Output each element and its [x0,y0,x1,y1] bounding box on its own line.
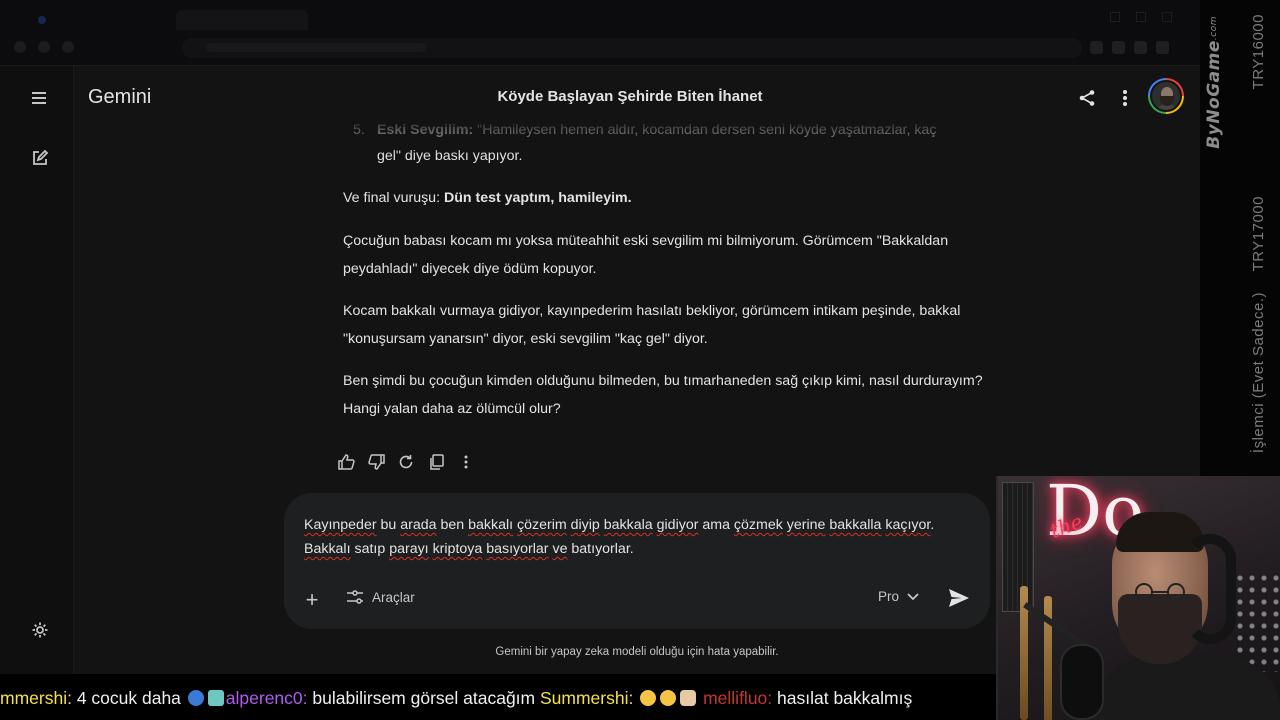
response-actions [333,450,479,474]
misspelled-word: Bakkalı [304,541,351,557]
tools-icon [347,590,363,604]
tab-strip [0,8,1200,32]
address-text [206,43,426,52]
close-window-icon[interactable] [1162,12,1172,22]
settings-icon[interactable] [24,614,56,646]
extension-icon[interactable] [1112,41,1125,54]
avatar-photo [1150,80,1182,112]
sidebar [0,66,74,674]
list-item-text: "Hamileysen hemen aldır, kocamdan dersen… [477,122,937,138]
gemini-logo-text[interactable]: Gemini [88,86,151,109]
chat-message: 4 cocuk daha [71,688,186,708]
address-bar[interactable] [182,38,1082,58]
overlay-price-2: TRY17000 [1250,196,1267,272]
forward-icon[interactable] [38,41,50,53]
misspelled-word: bakkalı [468,517,514,533]
reload-icon[interactable] [62,41,74,53]
chat-message: hasılat bakkalmış [772,688,913,708]
share-icon[interactable] [1071,82,1103,114]
final-paragraph: Ve final vuruşu: Dün test yaptım, hamile… [343,184,993,212]
final-prefix: Ve final vuruşu: [343,190,444,206]
emote-icon [207,690,224,706]
send-icon[interactable] [946,585,972,611]
copy-icon[interactable] [423,450,449,474]
misspelled-word: arada [400,517,437,533]
list-item-bold: Eski Sevgilim: [377,122,474,138]
misspelled-word: gidiyor [656,517,699,533]
chat-user: Summershi: [539,688,634,708]
model-label: Pro [878,589,900,604]
extension-icon[interactable] [1134,41,1147,54]
browser-tab-active[interactable] [176,10,308,30]
list-item-continuation: gel" diye baskı yapıyor. [377,148,523,164]
browser-tab[interactable] [30,10,170,30]
thumbs-up-icon[interactable] [333,450,359,474]
laughing-emoji-icon [660,690,677,706]
chat-title: Köyde Başlayan Şehirde Biten İhanet [497,88,763,105]
ok-hand-emoji-icon [680,690,697,706]
chat-user: alperenc0: [225,688,308,708]
misspelled-word: bakkalla [829,517,882,533]
maximize-icon[interactable] [1136,12,1146,22]
chevron-down-icon [907,592,919,600]
webcam-feed: Do the [996,476,1280,720]
chat-ticker: mmershi: 4 cocuk daha alperenc0: bulabil… [0,684,1000,712]
final-bold: Dün test yaptım, hamileyim. [443,190,632,206]
misspelled-word: kriptoya [432,541,483,557]
misspelled-word: ve [552,541,568,557]
overlay-price-1: TRY16000 [1250,14,1267,90]
misspelled-word: diyip [570,517,600,533]
minimize-icon[interactable] [1110,12,1120,22]
disclaimer: Gemini bir yapay zeka modeli olduğu için… [495,646,779,658]
misspelled-word: çözmek [733,517,783,533]
misspelled-word: bakkala [603,517,653,533]
regenerate-icon[interactable] [393,450,419,474]
more-options-icon[interactable] [453,450,479,474]
paragraph: Ben şimdi bu çocuğun kimden olduğunu bil… [343,373,983,417]
avatar[interactable] [1148,78,1184,114]
prompt-composer[interactable]: Kayınpeder bu arada ben bakkalı çözerim … [284,493,990,629]
misspelled-word: parayı [389,541,429,557]
paragraph: Çocuğun babası kocam mı yoksa müteahhit … [343,233,949,277]
misspelled-word: basıyorlar [486,541,549,557]
back-icon[interactable] [14,41,26,53]
tools-label: Araçlar [372,589,415,605]
plus-icon[interactable]: + [300,587,324,613]
thumbs-down-icon[interactable] [363,450,389,474]
microphone [1060,644,1104,720]
menu-icon[interactable] [24,82,56,114]
list-item: 5. Eski Sevgilim: "Hamileysen hemen aldı… [343,116,993,144]
more-vert-icon[interactable] [1109,82,1141,114]
emote-icon [187,690,204,706]
extension-icon[interactable] [1156,41,1169,54]
misspelled-word: kaçıyor [885,517,931,533]
list-item-line: Eski Sevgilim: "Hamileysen hemen aldır, … [377,116,936,144]
chat-user: mmershi: [0,688,72,708]
chat-message: bulabilirsem görsel atacağım [307,688,540,708]
misspelled-word: çözerim [517,517,567,533]
misspelled-word: Kayınpeder [304,517,377,533]
misspelled-word: yerine [786,517,826,533]
prompt-input[interactable]: Kayınpeder bu arada ben bakkalı çözerim … [304,513,964,561]
tab-favicon-icon [38,16,46,24]
chat-user: mellifluo: [703,688,773,708]
sponsor-logo: ByNoGame.com [1204,16,1224,149]
browser-chrome [0,0,1200,66]
overlay-label: İşlemci (Evet Sadece.) [1250,292,1267,454]
tools-button[interactable]: Araçlar [346,589,415,605]
list-number: 5. [353,122,365,138]
extension-icon[interactable] [1090,41,1103,54]
laughing-emoji-icon [640,690,657,706]
model-selector[interactable]: Pro [878,589,919,604]
paragraph: Kocam bakkalı vurmaya gidiyor, kayınpede… [343,303,961,347]
new-chat-icon[interactable] [24,142,56,174]
